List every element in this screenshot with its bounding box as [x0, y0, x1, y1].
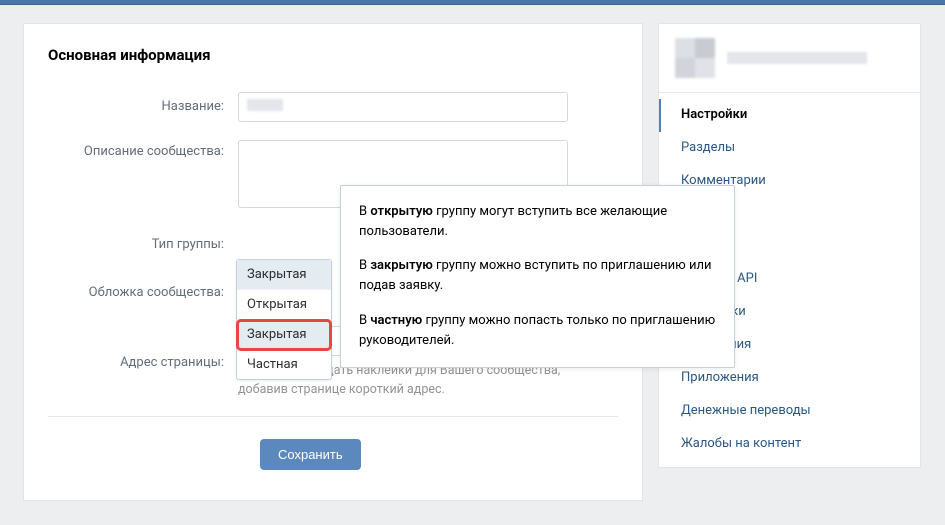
- sidebar-item-sections[interactable]: Разделы: [659, 132, 920, 165]
- tooltip-p3-pre: В: [359, 313, 370, 328]
- community-avatar: [675, 38, 715, 78]
- page-root: Основная информация Название: Описание с…: [0, 5, 945, 525]
- dropdown-option-open[interactable]: Открытая: [237, 290, 331, 320]
- sidebar-item-settings[interactable]: Настройки: [659, 99, 920, 132]
- name-input[interactable]: [238, 92, 568, 122]
- tooltip-p1-pre: В: [359, 204, 370, 219]
- sidebar-item-money[interactable]: Денежные переводы: [659, 395, 920, 428]
- save-button[interactable]: Сохранить: [260, 439, 361, 470]
- sidebar-header: [659, 24, 920, 93]
- tooltip-p2-pre: В: [359, 258, 370, 273]
- tooltip-p1-bold: открытую: [370, 204, 433, 219]
- tooltip-p2-bold: закрытую: [370, 258, 432, 273]
- page-title: Основная информация: [48, 46, 618, 64]
- community-name-placeholder: [727, 52, 867, 64]
- dropdown-option-closed[interactable]: Закрытая: [237, 320, 331, 350]
- label-name: Название:: [48, 95, 238, 119]
- divider: [48, 416, 618, 417]
- sidebar-item-reports[interactable]: Жалобы на контент: [659, 428, 920, 461]
- label-group-type: Тип группы:: [48, 233, 238, 257]
- label-description: Описание сообщества:: [48, 140, 238, 164]
- group-type-dropdown[interactable]: Закрытая Открытая Закрытая Частная: [236, 259, 332, 380]
- dropdown-option-private[interactable]: Частная: [237, 350, 331, 379]
- row-name: Название:: [48, 92, 618, 122]
- group-type-tooltip: В открытую группу могут вступить все жел…: [340, 185, 735, 368]
- label-cover: Обложка сообщества:: [48, 281, 238, 305]
- tooltip-p3-bold: частную: [370, 313, 422, 328]
- dropdown-option-selected[interactable]: Закрытая: [237, 260, 331, 290]
- label-address: Адрес страницы:: [48, 351, 238, 375]
